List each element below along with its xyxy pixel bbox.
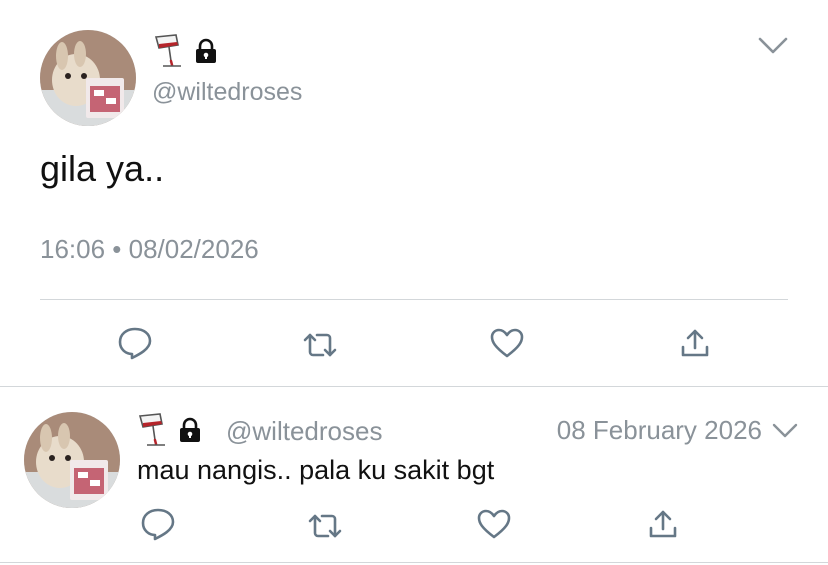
- reply-icon: [141, 508, 175, 541]
- like-button[interactable]: [487, 325, 527, 361]
- reply-button[interactable]: [138, 506, 178, 542]
- share-button[interactable]: [675, 325, 715, 361]
- wine-glass-icon: [138, 413, 165, 446]
- tweet-separator: [0, 386, 828, 387]
- retweet-button[interactable]: [300, 327, 340, 363]
- share-icon: [649, 510, 677, 538]
- like-icon: [490, 328, 524, 358]
- like-icon: [477, 509, 511, 539]
- tweet-text: mau nangis.. pala ku sakit bgt: [137, 455, 495, 485]
- handle[interactable]: @wiltedroses: [226, 416, 382, 447]
- share-button[interactable]: [643, 506, 683, 542]
- avatar[interactable]: [24, 412, 120, 508]
- divider: [40, 299, 788, 300]
- wine-glass-icon: [154, 34, 181, 67]
- retweet-icon: [308, 514, 342, 538]
- reply-icon: [118, 327, 152, 360]
- chevron-down-icon[interactable]: [758, 36, 788, 56]
- retweet-icon: [303, 333, 337, 357]
- reply-button[interactable]: [115, 325, 155, 361]
- like-button[interactable]: [474, 506, 514, 542]
- tweet-date[interactable]: 08 February 2026: [557, 415, 762, 446]
- retweet-button[interactable]: [305, 508, 345, 544]
- chevron-down-icon[interactable]: [772, 422, 798, 440]
- display-name[interactable]: [153, 33, 219, 69]
- lock-icon: [180, 417, 200, 442]
- handle[interactable]: @wiltedroses: [152, 78, 302, 107]
- share-icon: [681, 329, 709, 357]
- tweet-timestamp[interactable]: 16:06 • 08/02/2026: [40, 234, 259, 265]
- tweet-text: gila ya..: [40, 148, 165, 189]
- lock-icon: [196, 38, 216, 63]
- display-name[interactable]: [137, 412, 203, 448]
- avatar[interactable]: [40, 30, 136, 126]
- bottom-divider: [0, 562, 828, 563]
